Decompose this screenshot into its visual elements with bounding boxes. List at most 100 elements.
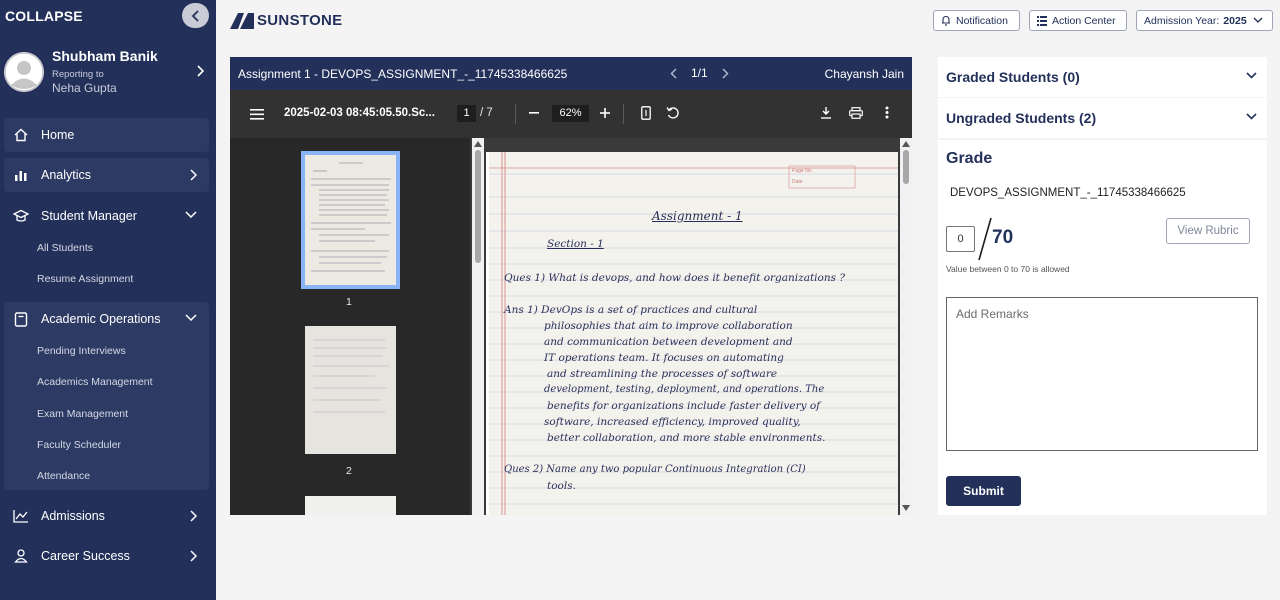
student-name: Chayansh Jain (824, 67, 904, 81)
action-center-label: Action Center (1052, 14, 1116, 27)
page-thumbnail[interactable] (305, 496, 396, 515)
scroll-thumb[interactable] (903, 150, 909, 184)
collapse-label[interactable]: COLLAPSE (5, 8, 83, 24)
page-thumbnail[interactable] (301, 151, 400, 289)
handwritten-line: benefits for organizations include faste… (547, 400, 821, 412)
bell-icon (941, 15, 951, 26)
more-options-button[interactable] (885, 106, 889, 119)
reporting-label: Reporting to (52, 69, 104, 80)
scroll-up-icon (474, 141, 482, 147)
sidebar-subitem-exam-management[interactable]: Exam Management (37, 408, 128, 420)
ungraded-students-accordion[interactable]: Ungraded Students (2) (938, 98, 1267, 138)
avatar (4, 52, 44, 92)
handwritten-line: IT operations team. It focuses on automa… (544, 352, 784, 364)
handwritten-page-preview (305, 326, 396, 454)
sidebar-item-label: Student Manager (41, 209, 137, 223)
submit-button[interactable]: Submit (946, 476, 1021, 506)
print-icon (849, 107, 863, 119)
rotate-icon (666, 107, 679, 119)
book-icon (12, 310, 30, 328)
home-icon (12, 126, 30, 144)
score-input[interactable]: 0 (946, 226, 975, 252)
graded-students-accordion[interactable]: Graded Students (0) (938, 57, 1267, 97)
assignment-viewer: Assignment 1 - DEVOPS_ASSIGNMENT_-_11745… (230, 57, 912, 515)
zoom-out-button[interactable] (529, 112, 539, 114)
person-icon (12, 547, 30, 565)
handwritten-line: software, increased efficiency, improved… (544, 416, 801, 428)
chevron-down-icon (1246, 113, 1257, 120)
grade-assignment-name: DEVOPS_ASSIGNMENT_-_11745338466625 (950, 187, 1186, 199)
document-page: Page No. Date Assignment - 1 Section - 1… (486, 152, 898, 515)
download-button[interactable] (820, 106, 832, 119)
sidebar-item-academic-operations[interactable]: Academic Operations (4, 302, 209, 336)
sidebar-item-analytics[interactable]: Analytics (4, 158, 209, 192)
fit-page-icon (641, 106, 651, 120)
handwritten-line: and communication between development an… (544, 336, 793, 348)
toolbar-divider (623, 104, 624, 124)
page-thumbnail[interactable] (305, 326, 396, 454)
sidebar-item-student-manager[interactable]: Student Manager (4, 199, 209, 233)
zoom-in-button[interactable] (600, 108, 610, 118)
handwritten-line: tools. (547, 480, 576, 492)
handwritten-line: Ans 1) DevOps is a set of practices and … (504, 304, 758, 316)
handwritten-line: and streamlining the processes of softwa… (547, 368, 778, 380)
chevron-down-icon (1246, 72, 1257, 79)
zoom-level[interactable]: 62% (552, 105, 589, 122)
print-button[interactable] (849, 107, 863, 119)
sidebar-item-home[interactable]: Home (4, 118, 209, 152)
submission-count: 1/1 (691, 66, 708, 80)
bar-chart-icon (12, 166, 30, 184)
thumbnail-scrollbar[interactable] (472, 138, 484, 515)
scroll-thumb[interactable] (475, 150, 481, 263)
slash-divider (978, 217, 992, 261)
score-hint: Value between 0 to 70 is allowed (946, 264, 1070, 274)
grid-list-icon (1037, 15, 1047, 26)
sidebar-subitem-academics-management[interactable]: Academics Management (37, 376, 153, 388)
sidebar-subitem-faculty-scheduler[interactable]: Faculty Scheduler (37, 439, 121, 451)
thumbnail-pane: 1 2 (230, 138, 470, 515)
page-section: Section - 1 (547, 238, 604, 250)
admission-year-select[interactable]: Admission Year: 2025 (1136, 10, 1273, 31)
profile-card[interactable]: Shubham Banik Reporting to Neha Gupta (0, 42, 216, 104)
next-submission-icon[interactable] (722, 67, 729, 79)
fit-page-button[interactable] (641, 106, 651, 120)
view-rubric-button[interactable]: View Rubric (1166, 218, 1250, 244)
sidebar-subitem-attendance[interactable]: Attendance (37, 470, 90, 482)
sidebar-subitem-pending-interviews[interactable]: Pending Interviews (37, 345, 126, 357)
graded-students-title: Graded Students (0) (946, 69, 1080, 85)
page-no-label: Page No. (792, 168, 813, 174)
scroll-up-icon (902, 141, 910, 147)
profile-name: Shubham Banik (52, 48, 158, 64)
action-center-button[interactable]: Action Center (1029, 10, 1127, 31)
menu-icon[interactable] (250, 107, 264, 125)
remarks-textarea[interactable]: Add Remarks (946, 297, 1258, 451)
prev-submission-icon[interactable] (670, 67, 677, 79)
pdf-toolbar: 2025-02-03 08:45:05.50.Sc... 1 / 7 62% (230, 90, 912, 138)
handwritten-line: philosophies that aim to improve collabo… (544, 320, 793, 332)
sidebar-subitem-all-students[interactable]: All Students (37, 242, 93, 254)
sidebar-subitem-resume-assignment[interactable]: Resume Assignment (37, 273, 133, 285)
sidebar-item-label: Analytics (41, 168, 92, 182)
admission-year-label: Admission Year: (1144, 14, 1220, 27)
plus-icon (600, 108, 610, 118)
handwritten-line: better collaboration, and more stable en… (547, 432, 826, 444)
file-name: 2025-02-03 08:45:05.50.Sc... (284, 107, 435, 119)
sidebar-item-admissions[interactable]: Admissions (4, 499, 209, 533)
sunstone-logo[interactable]: SUNSTONE (230, 12, 342, 29)
collapse-button[interactable] (182, 3, 209, 28)
rotate-button[interactable] (666, 106, 680, 120)
sidebar-item-label: Home (41, 128, 75, 142)
page-heading: Assignment - 1 (652, 209, 743, 223)
page-scrollbar[interactable] (900, 138, 912, 515)
minus-icon (529, 112, 539, 114)
notification-button[interactable]: Notification (933, 10, 1020, 31)
logo-text: SUNSTONE (257, 12, 343, 29)
page-number-input[interactable]: 1 (457, 105, 476, 122)
sunstone-logo-icon (230, 12, 254, 29)
sidebar-item-career-success[interactable]: Career Success (4, 539, 209, 573)
sidebar-item-label: Career Success (41, 549, 130, 563)
sidebar-item-label: Academic Operations (41, 312, 161, 326)
chevron-down-icon (185, 314, 197, 321)
ruled-paper (489, 152, 898, 515)
handwritten-line: development, testing, deployment, and op… (544, 384, 825, 395)
